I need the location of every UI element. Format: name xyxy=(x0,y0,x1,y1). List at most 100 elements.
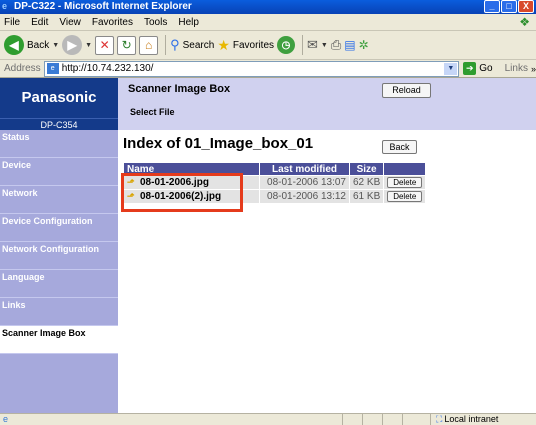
sidebar-item-scanner-image-box[interactable]: Scanner Image Box xyxy=(0,326,118,354)
file-name-link[interactable]: 08-01-2006(2).jpg xyxy=(140,191,221,202)
sidebar-item-label: Status xyxy=(2,132,30,142)
address-bar: Address e http://10.74.232.130/ ▼ ➔ Go L… xyxy=(0,60,536,78)
stop-button[interactable]: ✕ xyxy=(95,34,115,57)
column-last-modified[interactable]: Last modified xyxy=(260,163,349,175)
model-label: DP-C354 xyxy=(0,118,118,130)
toolbar-divider xyxy=(302,35,304,55)
sidebar-item-network[interactable]: Network xyxy=(0,186,118,214)
maximize-button[interactable]: □ xyxy=(501,0,517,13)
table-header-row: Name Last modified Size xyxy=(124,163,426,175)
mail-button[interactable]: ✉ ▼ xyxy=(307,34,328,57)
print-icon: ⎙ xyxy=(330,37,342,52)
status-divider xyxy=(362,414,363,425)
search-label: Search xyxy=(182,39,215,51)
sidebar: Panasonic DP-C354 Status Device Network … xyxy=(0,78,118,413)
file-modified: 08-01-2006 13:12 xyxy=(260,190,349,203)
window-title: DP-C322 - Microsoft Internet Explorer xyxy=(14,1,192,12)
back-dropdown-icon[interactable]: ▼ xyxy=(52,42,59,49)
address-input[interactable]: e http://10.74.232.130/ ▼ xyxy=(43,60,460,77)
menu-favorites[interactable]: Favorites xyxy=(92,17,133,28)
print-button[interactable]: ⎙ xyxy=(331,34,341,57)
file-name-cell[interactable]: ⬏ 08-01-2006(2).jpg xyxy=(124,190,259,203)
sidebar-item-device[interactable]: Device xyxy=(0,158,118,186)
go-arrow-icon: ➔ xyxy=(463,62,477,75)
menu-edit[interactable]: Edit xyxy=(31,17,48,28)
main-panel: Scanner Image Box Select File Reload Ind… xyxy=(118,78,536,413)
favorites-label: Favorites xyxy=(232,39,275,51)
menu-view[interactable]: View xyxy=(59,17,81,28)
table-row: ⬏ 08-01-2006(2).jpg 08-01-2006 13:12 61 K… xyxy=(124,190,426,203)
page-status-icon: e xyxy=(3,414,9,424)
search-button[interactable]: ⚲ Search xyxy=(170,34,214,57)
toolbar: ◀ Back ▼ ▶ ▼ ✕ ↻ ⌂ ⚲ Search ★ Favorites … xyxy=(0,31,536,60)
brand-logo: Panasonic xyxy=(0,78,118,118)
delete-button[interactable]: Delete xyxy=(387,191,423,202)
index-title: Index of 01_Image_box_01 xyxy=(123,135,314,152)
messenger-button[interactable]: ✲ xyxy=(359,34,369,57)
star-icon: ★ xyxy=(217,36,230,53)
links-button[interactable]: Links xyxy=(505,63,528,74)
sidebar-item-label: Language xyxy=(2,272,45,282)
column-name[interactable]: Name xyxy=(124,163,259,175)
sidebar-item-language[interactable]: Language xyxy=(0,270,118,298)
address-dropdown-icon[interactable]: ▼ xyxy=(444,62,458,75)
address-url: http://10.74.232.130/ xyxy=(61,63,154,74)
zone-label: Local intranet xyxy=(444,414,499,424)
sidebar-item-label: Device Configuration xyxy=(2,216,93,226)
file-name-link[interactable]: 08-01-2006.jpg xyxy=(140,177,209,188)
file-size: 61 KB xyxy=(350,190,384,203)
windows-logo-icon: ❖ xyxy=(519,15,530,29)
favorites-button[interactable]: ★ Favorites xyxy=(217,34,274,57)
file-icon: ⬏ xyxy=(127,177,135,187)
back-button[interactable]: ◀ Back ▼ xyxy=(4,34,59,57)
menu-tools[interactable]: Tools xyxy=(144,17,167,28)
reload-button[interactable]: Reload xyxy=(382,83,431,98)
action-cell: Delete xyxy=(384,190,426,203)
refresh-icon: ↻ xyxy=(117,35,137,55)
security-zone: ⛶ Local intranet xyxy=(436,414,498,425)
menu-help[interactable]: Help xyxy=(178,17,199,28)
links-chevron-icon[interactable]: » xyxy=(531,64,536,74)
page-subtitle: Select File xyxy=(130,107,175,117)
refresh-button[interactable]: ↻ xyxy=(117,34,137,57)
file-table: Name Last modified Size ⬏ 08-01-2006.jpg … xyxy=(123,162,426,204)
window-titlebar: e DP-C322 - Microsoft Internet Explorer … xyxy=(0,0,536,14)
table-row: ⬏ 08-01-2006.jpg 08-01-2006 13:07 62 KB D… xyxy=(124,176,426,189)
sidebar-item-label: Network Configuration xyxy=(2,244,99,254)
forward-dropdown-icon[interactable]: ▼ xyxy=(85,42,92,49)
home-button[interactable]: ⌂ xyxy=(139,34,159,57)
action-cell: Delete xyxy=(384,176,426,189)
back-label: Back xyxy=(27,39,50,51)
menu-bar: File Edit View Favorites Tools Help ❖ xyxy=(0,14,536,31)
file-name-cell[interactable]: ⬏ 08-01-2006.jpg xyxy=(124,176,259,189)
close-button[interactable]: X xyxy=(518,0,534,13)
sidebar-item-label: Scanner Image Box xyxy=(2,328,86,338)
minimize-button[interactable]: _ xyxy=(484,0,500,13)
history-button[interactable]: ◷ xyxy=(277,34,296,57)
home-icon: ⌂ xyxy=(139,35,159,55)
mail-dropdown-icon[interactable]: ▼ xyxy=(321,42,328,49)
back-arrow-icon: ◀ xyxy=(4,35,24,55)
sidebar-item-links[interactable]: Links xyxy=(0,298,118,326)
sidebar-item-network-configuration[interactable]: Network Configuration xyxy=(0,242,118,270)
file-modified: 08-01-2006 13:07 xyxy=(260,176,349,189)
sidebar-item-status[interactable]: Status xyxy=(0,130,118,158)
status-divider xyxy=(402,414,403,425)
mail-icon: ✉ xyxy=(307,37,318,52)
toolbar-divider xyxy=(165,35,167,55)
sidebar-item-label: Device xyxy=(2,160,32,170)
stop-icon: ✕ xyxy=(95,35,115,55)
column-size[interactable]: Size xyxy=(350,163,384,175)
column-action xyxy=(384,163,426,175)
messenger-icon: ✲ xyxy=(358,38,369,52)
menu-file[interactable]: File xyxy=(4,17,20,28)
delete-button[interactable]: Delete xyxy=(387,177,423,188)
back-page-button[interactable]: Back xyxy=(382,140,417,154)
forward-button[interactable]: ▶ ▼ xyxy=(62,34,92,57)
forward-arrow-icon: ▶ xyxy=(62,35,83,55)
sidebar-item-device-configuration[interactable]: Device Configuration xyxy=(0,214,118,242)
edit-button[interactable]: ▤ xyxy=(344,34,355,57)
go-button[interactable]: ➔ Go xyxy=(463,62,493,75)
file-icon: ⬏ xyxy=(127,191,135,201)
edit-icon: ▤ xyxy=(344,38,356,52)
